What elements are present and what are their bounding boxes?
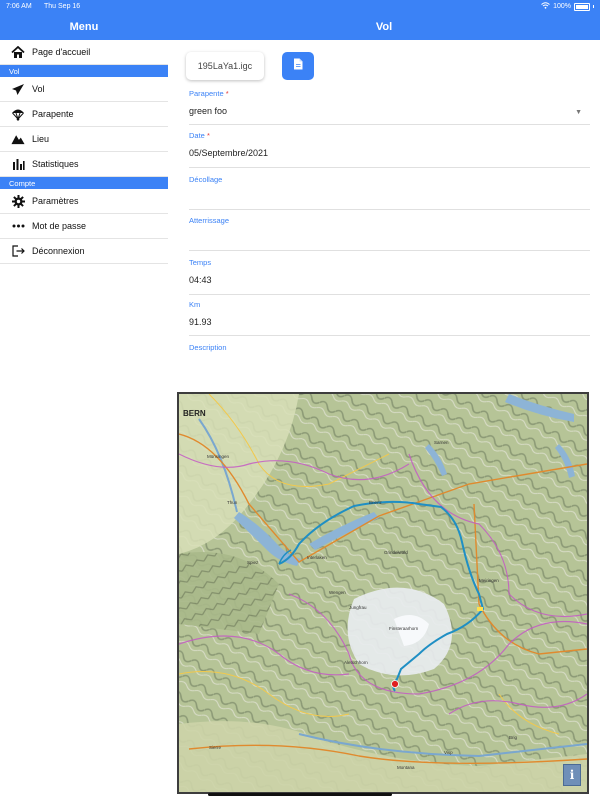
- temps-label: Temps: [189, 258, 212, 267]
- file-name-button[interactable]: 195LaYa1.igc: [186, 52, 264, 80]
- map-place-label: Wengen: [329, 590, 346, 595]
- gear-icon: [11, 194, 25, 208]
- sidebar-item-label: Paramètres: [32, 196, 79, 206]
- km-input[interactable]: 91.93: [189, 317, 590, 327]
- map-info-button[interactable]: i: [563, 764, 581, 786]
- map-place-label: Interlaken: [307, 555, 327, 560]
- menu-header: Menu: [0, 14, 168, 40]
- track-start-marker: [391, 680, 399, 688]
- map-place-label: Aletschhorn: [344, 660, 368, 665]
- date-input[interactable]: 05/Septembre/2021: [189, 148, 590, 158]
- map-place-label: Meiringen: [479, 578, 499, 583]
- decollage-label: Décollage: [189, 175, 223, 184]
- decollage-field[interactable]: Décollage: [189, 175, 590, 210]
- atterrissage-field[interactable]: Atterrissage: [189, 216, 590, 251]
- map-place-label: Jungfrau: [349, 605, 367, 610]
- temps-input[interactable]: 04:43: [189, 275, 590, 285]
- sidebar-item-parametres[interactable]: Paramètres: [0, 189, 168, 214]
- battery-icon: [574, 2, 590, 11]
- parapente-label: Parapente: [189, 89, 224, 98]
- section-compte: Compte: [0, 177, 168, 189]
- date-field[interactable]: Date * 05/Septembre/2021: [189, 131, 590, 168]
- map-place-label: Finsteraarhorn: [389, 626, 419, 631]
- temps-field[interactable]: Temps 04:43: [189, 258, 590, 295]
- section-vol: Vol: [0, 65, 168, 77]
- sidebar: Page d'accueil Vol Vol Parapente Lieu St…: [0, 40, 168, 264]
- battery-tip: [593, 5, 594, 8]
- sidebar-item-vol[interactable]: Vol: [0, 77, 168, 102]
- bar-chart-icon: [11, 157, 25, 171]
- sidebar-item-home[interactable]: Page d'accueil: [0, 40, 168, 65]
- chevron-down-icon[interactable]: ▼: [575, 109, 582, 116]
- paper-plane-icon: [11, 82, 25, 96]
- map-place-label: Montana: [397, 765, 415, 770]
- open-file-button[interactable]: [282, 52, 314, 80]
- battery-percent: 100%: [553, 3, 571, 10]
- map-place-label: Brig: [509, 735, 517, 740]
- map-place-label: Brienz: [369, 500, 383, 505]
- map-place-label: Sierre: [209, 745, 222, 750]
- atterrissage-label: Atterrissage: [189, 216, 230, 225]
- map-city-label: BERN: [183, 409, 206, 418]
- sidebar-item-label: Vol: [32, 84, 45, 94]
- sidebar-item-label: Mot de passe: [32, 221, 87, 231]
- parachute-icon: [11, 107, 25, 121]
- sidebar-item-deconnexion[interactable]: Déconnexion: [0, 239, 168, 264]
- map-place-label: Spiez: [247, 560, 259, 565]
- description-field[interactable]: Description: [189, 343, 590, 383]
- km-label: Km: [189, 300, 201, 309]
- sidebar-item-mot-de-passe[interactable]: Mot de passe: [0, 214, 168, 239]
- sidebar-item-label: Page d'accueil: [32, 47, 91, 57]
- home-icon: [11, 45, 25, 59]
- required-marker: *: [206, 131, 210, 140]
- document-icon: [293, 57, 303, 75]
- home-indicator: [208, 793, 392, 796]
- waypoint-marker: [477, 607, 483, 611]
- date-label: Date: [189, 131, 205, 140]
- sidebar-item-label: Déconnexion: [32, 246, 85, 256]
- mountain-icon: [11, 132, 25, 146]
- status-bar: 7:06 AM Thu Sep 16 100%: [0, 0, 600, 14]
- sidebar-item-statistiques[interactable]: Statistiques: [0, 152, 168, 177]
- sidebar-item-label: Lieu: [32, 134, 50, 144]
- page-title: Vol: [168, 14, 600, 40]
- map-place-label: Thun: [227, 500, 238, 505]
- parapente-field[interactable]: Parapente * green foo ▼: [189, 89, 590, 125]
- status-right: 100%: [541, 2, 594, 11]
- parapente-select[interactable]: green foo: [189, 106, 590, 116]
- sidebar-item-label: Statistiques: [32, 159, 79, 169]
- dots-icon: [11, 219, 25, 233]
- km-field[interactable]: Km 91.93: [189, 300, 590, 336]
- map-place-label: Visp: [444, 750, 453, 755]
- status-time: 7:06 AM: [6, 3, 32, 10]
- wifi-icon: [541, 2, 550, 11]
- status-date: Thu Sep 16: [44, 3, 81, 10]
- flight-map[interactable]: BERN Münsingen Thun Spiez Interlaken Bri…: [177, 392, 589, 794]
- logout-icon: [11, 244, 25, 258]
- map-place-label: Münsingen: [207, 454, 230, 459]
- map-place-label: Grindelwald: [384, 550, 408, 555]
- description-label: Description: [189, 343, 227, 352]
- map-place-label: Sarnen: [434, 440, 449, 445]
- sidebar-item-label: Parapente: [32, 109, 74, 119]
- map-canvas: BERN Münsingen Thun Spiez Interlaken Bri…: [179, 394, 587, 792]
- sidebar-item-parapente[interactable]: Parapente: [0, 102, 168, 127]
- sidebar-item-lieu[interactable]: Lieu: [0, 127, 168, 152]
- required-marker: *: [225, 89, 229, 98]
